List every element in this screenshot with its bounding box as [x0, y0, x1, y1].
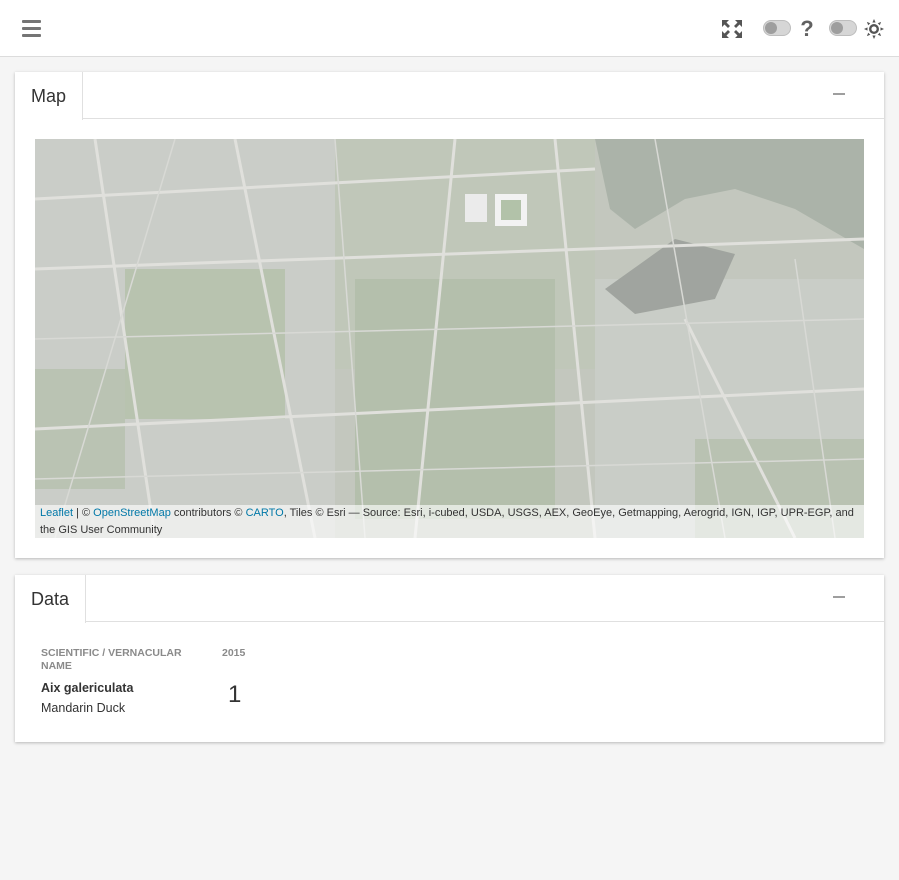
top-bar: ?	[0, 0, 899, 57]
observation-count: 1	[228, 681, 242, 708]
satellite-map-imagery	[35, 139, 864, 538]
map-card: Map Leaflet | © OpenStreetMap contributo…	[15, 72, 884, 558]
attribution-contributors: contributors ©	[170, 507, 246, 519]
toggle-switch-left[interactable]	[763, 20, 791, 36]
map-view[interactable]: Leaflet | © OpenStreetMap contributors ©…	[35, 139, 864, 538]
column-header-name[interactable]: SCIENTIFIC / VERNACULAR NAME	[41, 647, 191, 673]
hamburger-menu-icon[interactable]	[22, 20, 41, 37]
vernacular-name: Mandarin Duck	[41, 701, 126, 715]
map-card-title: Map	[15, 72, 84, 120]
column-header-year[interactable]: 2015	[222, 647, 245, 660]
leaflet-link[interactable]: Leaflet	[40, 507, 73, 519]
attribution-separator: | ©	[73, 507, 94, 519]
sun-icon[interactable]	[864, 19, 884, 39]
scientific-name: Aix galericulata	[41, 681, 134, 695]
question-mark-icon[interactable]: ?	[797, 16, 817, 42]
data-card-title: Data	[15, 575, 87, 623]
map-card-header: Map	[15, 72, 884, 120]
fullscreen-expand-icon[interactable]	[721, 19, 743, 39]
theme-toggle-switch[interactable]	[829, 20, 857, 36]
map-attribution: Leaflet | © OpenStreetMap contributors ©…	[35, 505, 864, 538]
carto-link[interactable]: CARTO	[246, 507, 284, 519]
data-collapse-button[interactable]	[833, 596, 845, 598]
toggle-knob	[765, 22, 777, 34]
data-card: Data SCIENTIFIC / VERNACULAR NAME 2015 A…	[15, 575, 884, 742]
toggle-knob	[831, 22, 843, 34]
openstreetmap-link[interactable]: OpenStreetMap	[93, 507, 171, 519]
data-card-header: Data	[15, 575, 884, 623]
map-collapse-button[interactable]	[833, 93, 845, 95]
